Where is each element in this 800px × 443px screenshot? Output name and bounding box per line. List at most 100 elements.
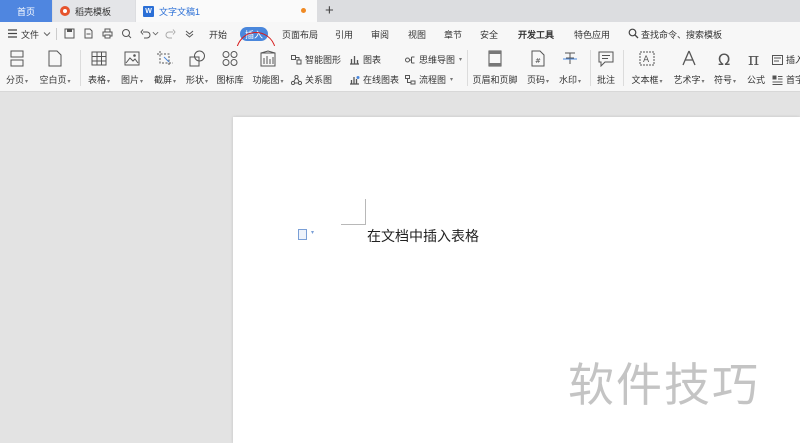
menu-chapter[interactable]: 章节 <box>444 28 462 41</box>
function-chart-label: 功能图 <box>252 75 280 85</box>
menu-start[interactable]: 开始 <box>209 28 227 41</box>
menu-security[interactable]: 安全 <box>480 28 498 41</box>
table-button[interactable]: 表格▾ <box>85 46 113 86</box>
tab-bar: 首页 稻壳模板 W 文字文稿1 + <box>0 0 800 22</box>
menu-view[interactable]: 视图 <box>408 28 426 41</box>
relation-chart-button[interactable]: 关系图 <box>291 73 332 86</box>
pi-formula-icon: π <box>748 50 759 67</box>
menu-review[interactable]: 审阅 <box>371 28 389 41</box>
print-icon[interactable] <box>102 28 113 39</box>
picture-icon <box>124 51 140 66</box>
menu-file[interactable]: 文件 <box>21 28 39 41</box>
screenshot-dropdown-icon: ▾ <box>173 79 177 85</box>
search-command-input[interactable]: 查找命令、搜索模板 <box>641 28 722 41</box>
paragraph-layout-dropdown-icon[interactable]: ▾ <box>311 229 314 236</box>
shape-label: 形状 <box>185 75 204 85</box>
page-number-dropdown-icon: ▾ <box>546 79 550 85</box>
table-label: 表格 <box>87 75 106 85</box>
quick-access-more-icon[interactable] <box>184 28 195 39</box>
svg-text:Ω: Ω <box>718 50 730 67</box>
export-pdf-icon[interactable] <box>83 28 94 39</box>
tab-daoke-label: 稻壳模板 <box>75 6 112 17</box>
print-preview-icon[interactable] <box>121 28 132 39</box>
comment-button[interactable]: 批注 <box>594 46 618 86</box>
paragraph-layout-icon[interactable] <box>298 229 307 240</box>
insert-object-icon <box>772 54 783 65</box>
table-dropdown-icon: ▾ <box>107 79 111 85</box>
daoke-logo-icon <box>60 6 70 16</box>
tab-daoke-template[interactable]: 稻壳模板 <box>53 0 135 22</box>
function-chart-button[interactable]: 功能图▾ <box>250 46 286 86</box>
mind-map-label: 思维导图 <box>419 55 456 65</box>
insert-object-button[interactable]: 插入 <box>772 53 800 66</box>
icon-library-button[interactable]: 图标库 <box>216 46 244 86</box>
menu-features[interactable]: 特色应用 <box>574 28 610 41</box>
drop-cap-button[interactable]: 首字 <box>772 73 800 86</box>
document-body-text[interactable]: 在文档中插入表格 <box>367 226 479 246</box>
drop-cap-icon <box>772 75 783 85</box>
screenshot-label: 截屏 <box>153 75 172 85</box>
picture-button[interactable]: 图片▾ <box>118 46 146 86</box>
menu-reference[interactable]: 引用 <box>335 28 353 41</box>
function-chart-icon <box>260 50 276 67</box>
search-icon[interactable] <box>628 28 639 39</box>
icon-library-label: 图标库 <box>216 75 244 85</box>
menu-page-layout[interactable]: 页面布局 <box>282 28 318 41</box>
document-canvas: ▾ 在文档中插入表格 软件技巧 <box>0 92 800 443</box>
comment-icon <box>598 51 614 67</box>
mind-map-icon <box>405 56 415 63</box>
save-icon[interactable] <box>64 28 75 39</box>
symbol-button[interactable]: Ω 符号▾ <box>712 46 738 86</box>
shape-button[interactable]: 形状▾ <box>183 46 211 86</box>
undo-icon[interactable] <box>140 28 151 39</box>
menu-dev-tools[interactable]: 开发工具 <box>518 28 554 41</box>
blank-page-button[interactable]: 空白页▾ <box>38 46 72 86</box>
word-art-button[interactable]: 艺术字▾ <box>670 46 708 86</box>
chevron-down-icon[interactable] <box>43 30 51 38</box>
comment-label: 批注 <box>596 75 615 85</box>
flow-chart-button[interactable]: 流程图 ▾ <box>405 73 453 86</box>
document-page[interactable]: ▾ 在文档中插入表格 软件技巧 <box>233 117 800 443</box>
formula-button[interactable]: π 公式 <box>744 46 768 86</box>
picture-label: 图片 <box>120 75 139 85</box>
svg-text:A: A <box>643 55 650 65</box>
watermark-button[interactable]: 水印▾ <box>556 46 584 86</box>
mind-map-button[interactable]: 思维导图 ▾ <box>405 53 462 66</box>
smart-art-button[interactable]: 智能图形 <box>291 53 341 66</box>
symbol-dropdown-icon: ▾ <box>733 79 737 85</box>
word-art-label: 艺术字 <box>673 75 701 85</box>
header-footer-button[interactable]: 页眉和页脚 <box>472 46 518 86</box>
page-break-icon <box>10 50 24 67</box>
redo-icon[interactable] <box>165 28 176 39</box>
watermark-dropdown-icon: ▾ <box>578 79 582 85</box>
menu-divider <box>56 28 57 40</box>
smart-art-icon <box>291 54 302 64</box>
flow-chart-label: 流程图 <box>419 75 447 85</box>
hamburger-icon[interactable] <box>7 28 18 39</box>
svg-text:#: # <box>535 57 541 65</box>
screenshot-button[interactable]: 截屏▾ <box>151 46 179 86</box>
smart-art-label: 智能图形 <box>305 55 342 65</box>
chart-button[interactable]: 图表 <box>349 53 381 66</box>
drop-cap-label: 首字 <box>786 75 800 85</box>
text-box-label: 文本框 <box>631 75 659 85</box>
online-chart-button[interactable]: 在线图表 <box>349 73 399 86</box>
text-box-button[interactable]: A 文本框▾ <box>628 46 666 86</box>
tab-home-label: 首页 <box>16 6 35 17</box>
menu-insert[interactable]: 插入 <box>240 27 268 41</box>
tab-document-label: 文字文稿1 <box>159 6 201 17</box>
text-box-icon: A <box>639 51 655 66</box>
page-number-button[interactable]: # 页码▾ <box>524 46 552 86</box>
shape-icon <box>189 50 205 67</box>
relation-chart-icon <box>291 74 302 85</box>
page-break-button[interactable]: 分页▾ <box>5 46 29 86</box>
blank-page-icon <box>48 50 62 67</box>
undo-dropdown-icon[interactable] <box>152 30 159 37</box>
omega-symbol-icon: Ω <box>718 50 730 67</box>
insert-ribbon: 分页▾ 空白页▾ 表格▾ 图片▾ 截屏▾ 形状▾ 图标库 功能图▾ 智能图形 图… <box>0 46 800 92</box>
new-tab-button[interactable]: + <box>325 2 334 20</box>
shape-dropdown-icon: ▾ <box>205 79 209 85</box>
tab-home[interactable]: 首页 <box>0 0 52 22</box>
table-icon <box>91 51 107 66</box>
tab-document[interactable]: W 文字文稿1 <box>136 0 317 22</box>
